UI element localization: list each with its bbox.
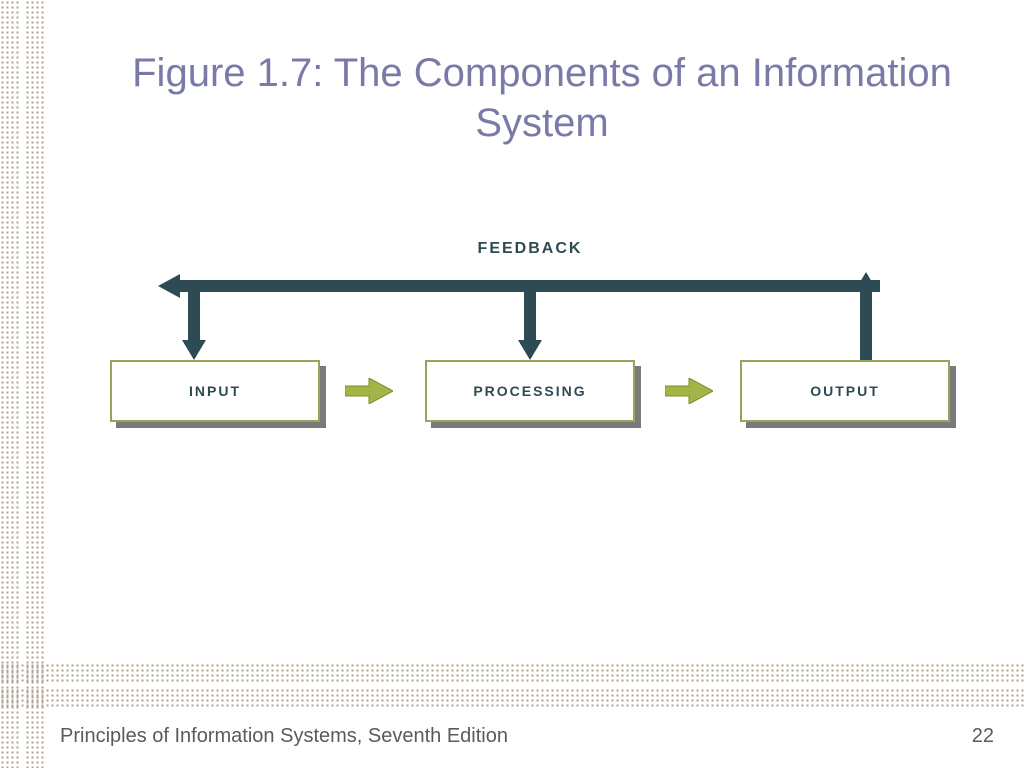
dotted-border-left-2 xyxy=(25,0,45,768)
processing-label: PROCESSING xyxy=(473,383,586,399)
arrow-processing-to-output xyxy=(665,378,713,404)
dotted-border-bottom-2 xyxy=(0,663,1024,683)
arrow-input-to-processing xyxy=(345,378,393,404)
diagram-container: FEEDBACK INPUT PROCESSING OUTPUT xyxy=(110,240,950,440)
input-box: INPUT xyxy=(110,360,320,422)
output-label: OUTPUT xyxy=(810,383,880,399)
output-box: OUTPUT xyxy=(740,360,950,422)
dotted-border-left-1 xyxy=(0,0,20,768)
input-label: INPUT xyxy=(189,383,241,399)
footer-text: Principles of Information Systems, Seven… xyxy=(60,725,508,748)
processing-box: PROCESSING xyxy=(425,360,635,422)
page-number: 22 xyxy=(972,725,994,748)
slide-title: Figure 1.7: The Components of an Informa… xyxy=(90,48,994,148)
dotted-border-bottom-1 xyxy=(0,688,1024,708)
feedback-label: FEEDBACK xyxy=(110,240,950,258)
